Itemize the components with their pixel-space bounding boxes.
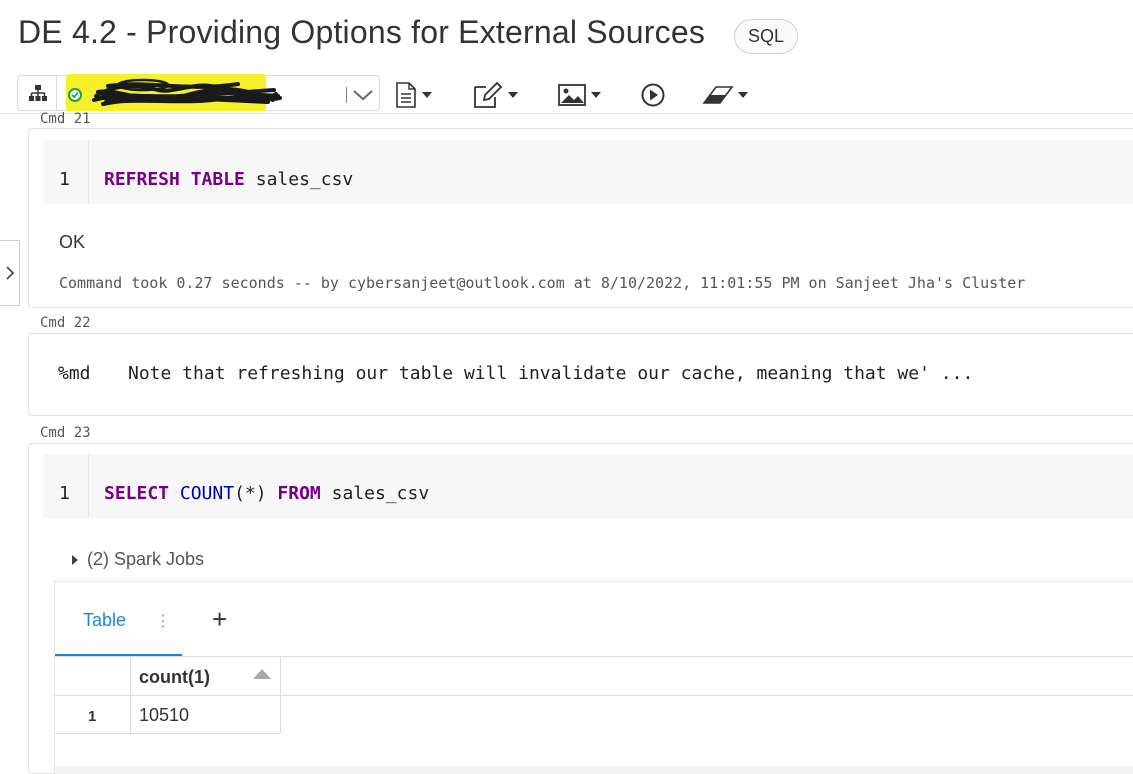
identifier: sales_csv: [331, 483, 430, 504]
cmd-label: Cmd 22: [40, 315, 91, 331]
grid-line: [280, 657, 281, 734]
add-visualization-icon[interactable]: +: [212, 604, 227, 635]
page-title: DE 4.2 - Providing Options for External …: [18, 14, 706, 50]
markdown-prefix: %md: [58, 363, 91, 384]
clear-menu-button[interactable]: [702, 80, 749, 110]
chevron-down-icon[interactable]: [351, 86, 375, 104]
caret-right-icon: [72, 554, 78, 565]
code-line[interactable]: REFRESH TABLE sales_csv: [104, 169, 353, 190]
line-number: 1: [59, 483, 70, 504]
caret-down-icon: [508, 92, 518, 98]
horizontal-scrollbar[interactable]: [55, 766, 1133, 774]
keyword: TABLE: [190, 169, 245, 190]
caret-down-icon: [422, 92, 432, 98]
cmd-label: Cmd 21: [40, 111, 91, 127]
gutter-divider: [88, 454, 89, 518]
command-info: Command took 0.27 seconds -- by cybersan…: [59, 274, 1026, 292]
spark-jobs-label: (2) Spark Jobs: [87, 549, 205, 569]
gutter-divider: [88, 140, 89, 204]
edit-menu-button[interactable]: [472, 80, 519, 110]
tab-table[interactable]: Table: [83, 610, 126, 631]
line-number: 1: [59, 169, 70, 190]
tab-menu-icon[interactable]: ⋮: [155, 611, 171, 631]
file-icon: [396, 82, 416, 108]
sitemap-icon: [28, 85, 47, 101]
caret-down-icon: [738, 92, 748, 98]
file-menu-button[interactable]: [394, 80, 433, 110]
sort-ascending-icon[interactable]: [252, 668, 272, 680]
grid-line: [55, 733, 281, 734]
edit-icon: [474, 81, 503, 108]
language-badge[interactable]: SQL: [734, 19, 799, 54]
cluster-status-icon: [68, 88, 82, 102]
code-line[interactable]: SELECT COUNT(*) FROM sales_csv: [104, 483, 429, 504]
schema-browser-button[interactable]: [17, 75, 57, 111]
image-icon: [558, 84, 586, 106]
toolbar-separator: [0, 113, 1133, 114]
insert-image-menu-button[interactable]: [557, 80, 602, 110]
grid-line: [130, 657, 131, 734]
row-number: 1: [88, 708, 97, 725]
keyword: SELECT: [104, 483, 170, 504]
function: COUNT: [179, 483, 235, 504]
column-header[interactable]: count(1): [139, 667, 210, 688]
keyword: FROM: [277, 483, 321, 504]
redaction-scribble: [92, 78, 282, 106]
punctuation: (*): [234, 483, 267, 504]
caret-down-icon: [591, 92, 601, 98]
eraser-icon: [702, 86, 734, 104]
run-all-button[interactable]: [640, 80, 666, 110]
table-cell[interactable]: 10510: [139, 705, 189, 726]
play-circle-icon: [641, 83, 665, 107]
cmd-label: Cmd 23: [40, 425, 91, 441]
cell-result: OK: [59, 232, 86, 252]
markdown-preview[interactable]: Note that refreshing our table will inva…: [128, 363, 973, 384]
select-divider: [346, 87, 347, 103]
grid-line: [55, 695, 1133, 696]
keyword: REFRESH: [104, 169, 180, 190]
spark-jobs-toggle[interactable]: (2) Spark Jobs: [71, 549, 204, 570]
sidebar-expand-button[interactable]: [0, 240, 20, 306]
identifier: sales_csv: [255, 169, 354, 190]
chevron-right-icon: [5, 266, 14, 280]
grid-line: [55, 656, 1133, 657]
